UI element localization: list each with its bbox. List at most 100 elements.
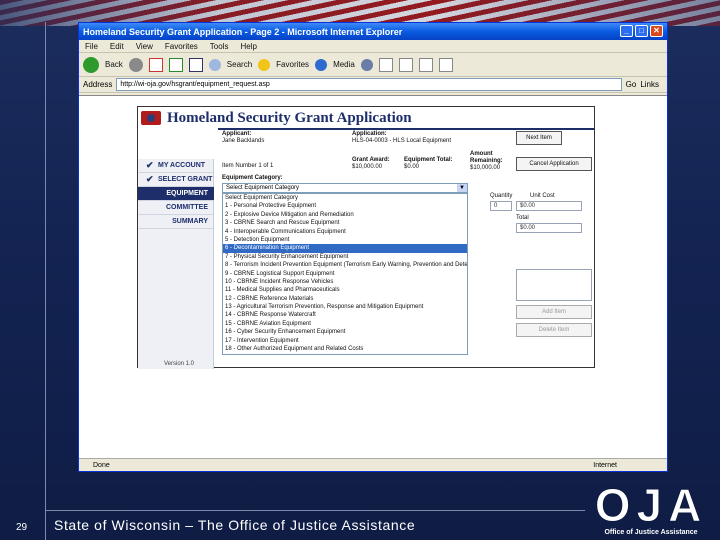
oja-logo: OJA Office of Justice Assistance xyxy=(586,482,716,540)
search-icon[interactable] xyxy=(208,58,221,71)
category-option[interactable]: 7 - Physical Security Enhancement Equipm… xyxy=(223,253,467,261)
toolbar: Back Search Favorites Media xyxy=(79,53,667,77)
media-icon[interactable] xyxy=(315,58,328,71)
category-option[interactable]: 11 - Medical Supplies and Pharmaceutical… xyxy=(223,286,467,294)
category-option[interactable]: 12 - CBRNE Reference Materials xyxy=(223,295,467,303)
menu-favorites[interactable]: Favorites xyxy=(165,42,198,51)
category-option[interactable]: 10 - CBRNE Incident Response Vehicles xyxy=(223,278,467,286)
category-option[interactable]: 16 - Cyber Security Enhancement Equipmen… xyxy=(223,328,467,336)
media-label[interactable]: Media xyxy=(333,60,355,69)
nav-my-account[interactable]: ✔ MY ACCOUNT xyxy=(138,159,214,173)
app-header: Homeland Security Grant Application xyxy=(138,107,594,129)
back-label[interactable]: Back xyxy=(105,60,123,69)
go-button[interactable]: Go xyxy=(626,80,637,89)
category-option[interactable]: 14 - CBRNE Response Watercraft xyxy=(223,311,467,319)
unit-cost-input[interactable]: $0.00 xyxy=(516,201,582,211)
total-input: $0.00 xyxy=(516,223,582,233)
address-bar: Address http://wi-oja.gov/hsgrant/equipm… xyxy=(79,77,667,93)
oja-logo-subtitle: Office of Justice Assistance xyxy=(604,529,698,536)
title-bar: Homeland Security Grant Application - Pa… xyxy=(79,23,667,40)
stop-icon[interactable] xyxy=(148,57,163,72)
footer-divider xyxy=(45,510,585,511)
category-option[interactable]: 3 - CBRNE Search and Rescue Equipment xyxy=(223,219,467,227)
nav-committee[interactable]: COMMITTEE xyxy=(138,201,214,215)
footer-text: State of Wisconsin – The Office of Justi… xyxy=(54,517,416,533)
home-icon[interactable] xyxy=(188,57,203,72)
next-item-button[interactable]: Next Item xyxy=(516,131,562,145)
applicant-field: Applicant: Jane Backlands xyxy=(222,131,265,144)
nav-list: ✔ MY ACCOUNT ✔ SELECT GRANT EQUIPMENT CO… xyxy=(138,159,214,229)
favorites-label[interactable]: Favorites xyxy=(276,60,309,69)
amount-remaining-field: Amount Remaining: $10,000.00 xyxy=(470,151,503,171)
description-textarea[interactable] xyxy=(516,269,592,301)
print-icon[interactable] xyxy=(398,57,413,72)
slide-number: 29 xyxy=(16,522,28,533)
category-option[interactable]: 17 - Intervention Equipment xyxy=(223,337,467,345)
minimize-icon[interactable]: _ xyxy=(620,25,633,37)
nav-summary[interactable]: SUMMARY xyxy=(138,215,214,229)
category-option[interactable]: 5 - Detection Equipment xyxy=(223,236,467,244)
forward-icon[interactable] xyxy=(128,57,143,72)
category-option[interactable]: 6 - Decontamination Equipment xyxy=(223,244,467,253)
total-label: Total xyxy=(516,215,529,221)
quantity-input[interactable]: 0 xyxy=(490,201,512,211)
menu-file[interactable]: File xyxy=(85,42,98,51)
mail-icon[interactable] xyxy=(378,57,393,72)
grant-award-field: Grant Award: $10,000.00 xyxy=(352,157,390,170)
refresh-icon[interactable] xyxy=(168,57,183,72)
menu-tools[interactable]: Tools xyxy=(210,42,229,51)
category-select[interactable]: Select Equipment Category ▼ xyxy=(222,183,468,193)
category-option[interactable]: 13 - Agricultural Terrorism Prevention, … xyxy=(223,303,467,311)
add-item-button[interactable]: Add Item xyxy=(516,305,592,319)
equipment-total-field: Equipment Total: $0.00 xyxy=(404,157,453,170)
edit-icon[interactable] xyxy=(418,57,433,72)
application-field: Application: HLS-04-0003 - HLS Local Equ… xyxy=(352,131,452,144)
window-title: Homeland Security Grant Application - Pa… xyxy=(83,26,403,37)
app-title: Homeland Security Grant Application xyxy=(167,109,412,126)
back-icon[interactable] xyxy=(83,56,99,73)
category-label: Equipment Category: xyxy=(222,175,283,181)
nav-select-grant[interactable]: ✔ SELECT GRANT xyxy=(138,173,214,187)
menu-help[interactable]: Help xyxy=(240,42,256,51)
version-label: Version 1.0 xyxy=(164,361,195,367)
quantity-label: Quantity xyxy=(490,193,513,199)
category-option[interactable]: 15 - CBRNE Aviation Equipment xyxy=(223,320,467,328)
category-option[interactable]: 4 - Interoperable Communications Equipme… xyxy=(223,228,467,236)
oja-logo-letters: OJA xyxy=(594,479,708,531)
favorites-icon[interactable] xyxy=(258,58,271,71)
status-zone: Internet xyxy=(593,461,617,469)
category-option[interactable]: 1 - Personal Protective Equipment xyxy=(223,202,467,210)
status-bar: Done Internet xyxy=(79,458,667,471)
status-text: Done xyxy=(93,461,110,469)
homeland-security-logo-icon xyxy=(141,111,161,125)
menu-bar: File Edit View Favorites Tools Help xyxy=(79,40,667,53)
page-content: Homeland Security Grant Application ✔ MY… xyxy=(79,95,667,458)
links-button[interactable]: Links xyxy=(640,80,659,89)
address-input[interactable]: http://wi-oja.gov/hsgrant/equipment_requ… xyxy=(116,78,622,91)
category-listbox[interactable]: Select Equipment Category 1 - Personal Pr… xyxy=(222,193,468,355)
category-option[interactable]: 2 - Explosive Device Mitigation and Reme… xyxy=(223,211,467,219)
category-option[interactable]: Select Equipment Category xyxy=(223,194,467,202)
category-option[interactable]: 18 - Other Authorized Equipment and Rela… xyxy=(223,345,467,353)
address-label: Address xyxy=(83,80,113,89)
chevron-down-icon[interactable]: ▼ xyxy=(457,184,467,192)
discuss-icon[interactable] xyxy=(438,57,453,72)
category-option[interactable]: 8 - Terrorism Incident Prevention Equipm… xyxy=(223,261,467,269)
slide: 29 State of Wisconsin – The Office of Ju… xyxy=(0,0,720,540)
close-icon[interactable]: ✕ xyxy=(650,25,663,37)
search-label[interactable]: Search xyxy=(227,60,252,69)
nav-equipment[interactable]: EQUIPMENT xyxy=(138,187,214,201)
grant-application: Homeland Security Grant Application ✔ MY… xyxy=(137,106,595,369)
category-option[interactable]: 9 - CBRNE Logistical Support Equipment xyxy=(223,270,467,278)
item-number: Item Number 1 of 1 xyxy=(222,163,274,169)
check-icon: ✔ xyxy=(146,174,154,184)
left-divider xyxy=(45,22,46,540)
delete-item-button[interactable]: Delete Item xyxy=(516,323,592,337)
menu-view[interactable]: View xyxy=(136,42,153,51)
check-icon: ✔ xyxy=(146,160,154,170)
history-icon[interactable] xyxy=(360,58,373,71)
browser-window: Homeland Security Grant Application - Pa… xyxy=(78,22,668,472)
maximize-icon[interactable]: □ xyxy=(635,25,648,37)
menu-edit[interactable]: Edit xyxy=(110,42,124,51)
cancel-application-button[interactable]: Cancel Application xyxy=(516,157,592,171)
